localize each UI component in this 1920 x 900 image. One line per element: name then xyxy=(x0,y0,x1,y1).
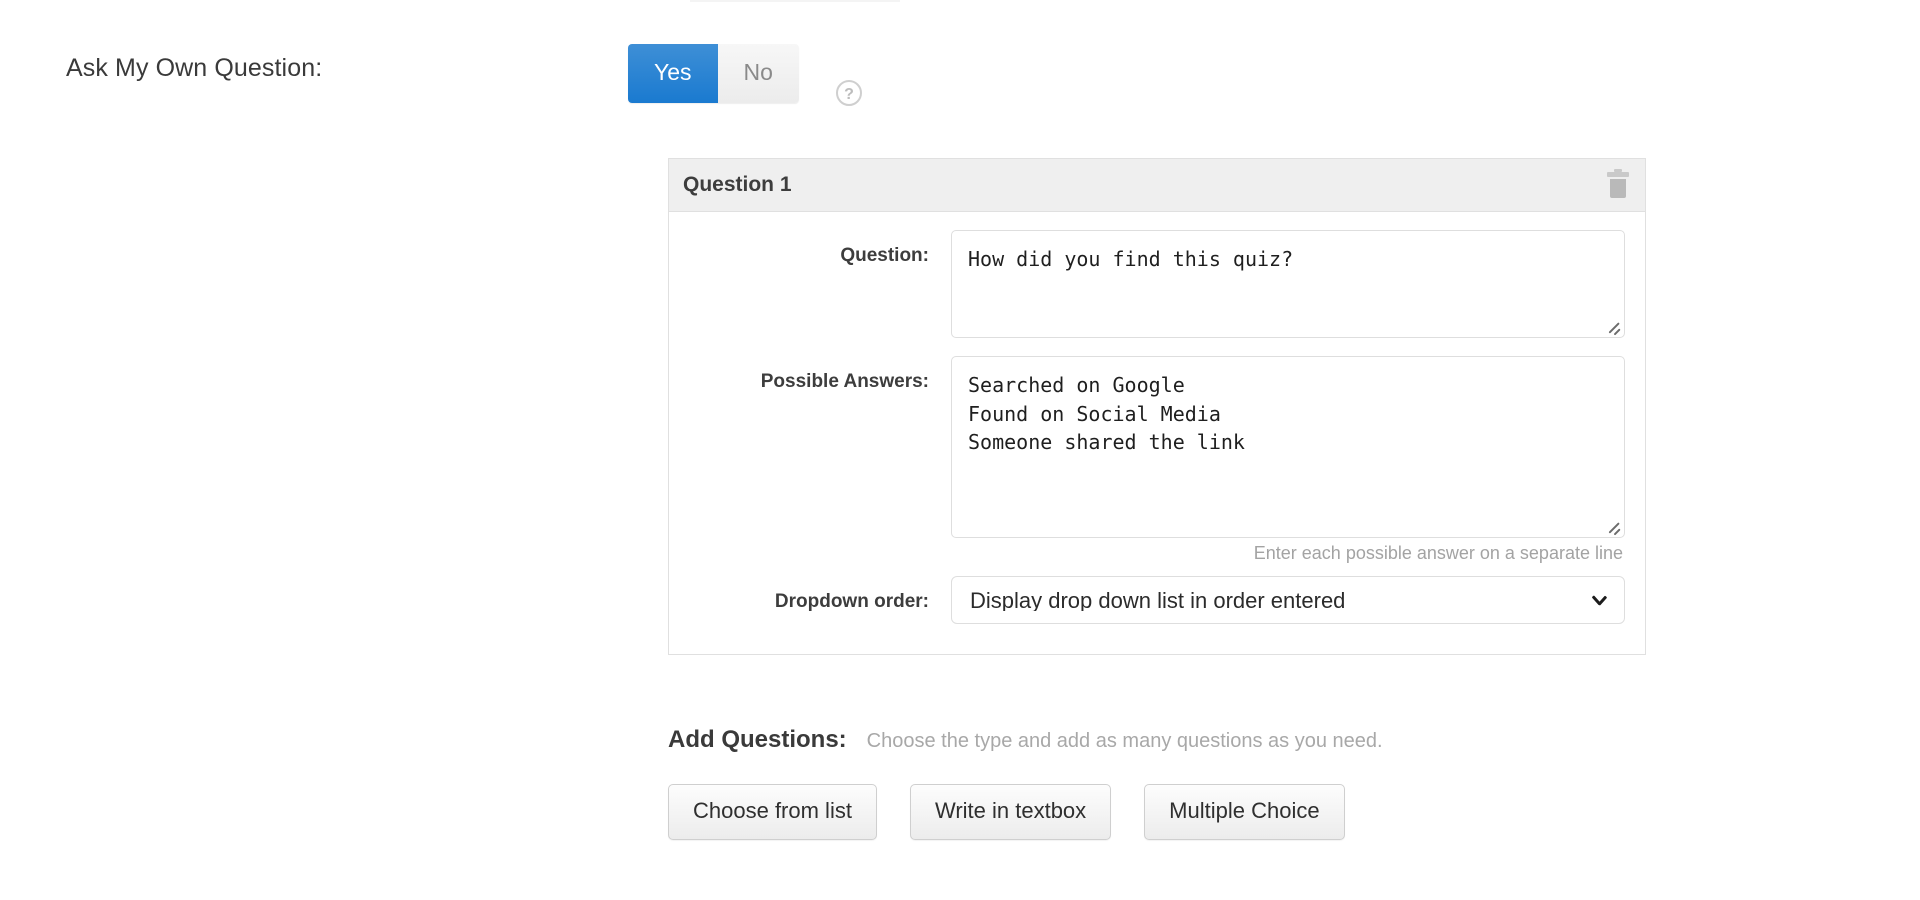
possible-answers-helper-text: Enter each possible answer on a separate… xyxy=(951,538,1625,564)
add-questions-buttons: Choose from list Write in textbox Multip… xyxy=(668,784,1668,840)
dropdown-order-control: Display drop down list in order entered xyxy=(951,576,1645,624)
add-questions-section: Add Questions: Choose the type and add a… xyxy=(668,726,1668,840)
possible-answers-textarea[interactable] xyxy=(951,356,1625,538)
question-field-label: Question: xyxy=(669,230,951,267)
question-panel-title: Question 1 xyxy=(683,173,792,197)
toggle-yes-button[interactable]: Yes xyxy=(628,44,718,103)
question-textarea[interactable] xyxy=(951,230,1625,338)
toggle-no-button[interactable]: No xyxy=(718,44,799,103)
trash-lid-shape xyxy=(1607,172,1629,177)
add-questions-title: Add Questions: xyxy=(668,726,847,754)
question-panel-header: Question 1 xyxy=(669,159,1645,212)
question-field-row: Question: xyxy=(669,230,1645,338)
trash-body-shape xyxy=(1610,179,1626,198)
question-panel: Question 1 Question: Possible Answers: xyxy=(668,158,1646,655)
trash-icon[interactable] xyxy=(1607,172,1629,198)
help-circle-icon[interactable]: ? xyxy=(836,80,862,106)
page-top-divider xyxy=(690,0,900,2)
possible-answers-field-label: Possible Answers: xyxy=(669,356,951,393)
possible-answers-textarea-wrap xyxy=(951,356,1625,538)
question-textarea-wrap xyxy=(951,230,1625,338)
dropdown-order-field-row: Dropdown order: Display drop down list i… xyxy=(669,576,1645,624)
possible-answers-field-control: Enter each possible answer on a separate… xyxy=(951,356,1645,564)
question-panel-body: Question: Possible Answers: xyxy=(669,212,1645,654)
add-questions-subtitle: Choose the type and add as many question… xyxy=(867,730,1383,753)
write-in-textbox-button[interactable]: Write in textbox xyxy=(910,784,1111,840)
multiple-choice-button[interactable]: Multiple Choice xyxy=(1144,784,1344,840)
ask-own-question-row: Ask My Own Question: Yes No ? xyxy=(0,34,1920,90)
dropdown-order-select[interactable]: Display drop down list in order entered xyxy=(951,576,1625,624)
possible-answers-field-row: Possible Answers: Enter each possible an… xyxy=(669,356,1645,564)
add-questions-heading-row: Add Questions: Choose the type and add a… xyxy=(668,726,1668,754)
question-field-control xyxy=(951,230,1645,338)
choose-from-list-button[interactable]: Choose from list xyxy=(668,784,877,840)
dropdown-order-label: Dropdown order: xyxy=(669,576,951,613)
ask-own-question-toggle[interactable]: Yes No xyxy=(628,44,799,103)
dropdown-order-select-wrap: Display drop down list in order entered xyxy=(951,576,1625,624)
ask-own-question-label: Ask My Own Question: xyxy=(66,54,322,83)
